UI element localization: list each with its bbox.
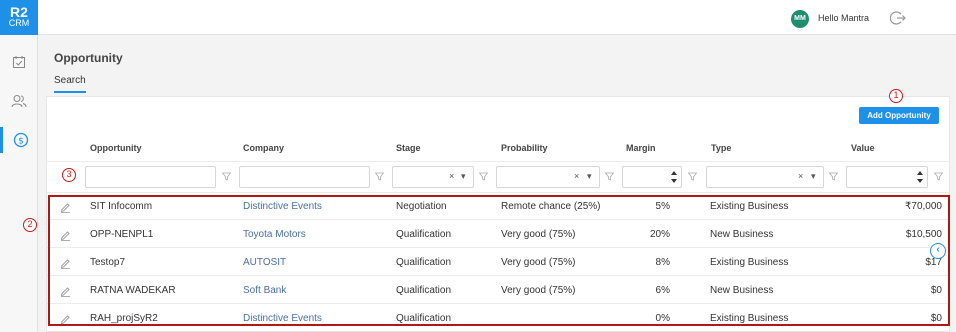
filter-icon[interactable] <box>605 172 614 181</box>
sidebar-item-opportunities[interactable]: $ <box>0 127 38 153</box>
sidebar-item-contacts[interactable] <box>0 88 38 114</box>
cell-margin: 6% <box>655 285 670 296</box>
cell-stage: Negotiation <box>396 201 447 212</box>
pencil-icon[interactable] <box>60 230 71 241</box>
filter-icon[interactable] <box>829 172 838 181</box>
chevron-down-icon[interactable]: ▾ <box>461 171 466 182</box>
cell-type: Existing Business <box>710 313 789 324</box>
type-filter-select[interactable] <box>706 166 824 188</box>
logo-line2: CRM <box>8 18 30 28</box>
cell-probability: Very good (75%) <box>501 229 576 240</box>
annotation-callout-3: 3 <box>62 168 76 182</box>
column-header-value[interactable]: Value <box>851 143 875 153</box>
table-row[interactable]: RATNA WADEKAR Soft Bank Qualification Ve… <box>47 276 949 304</box>
cell-opportunity: RAH_projSyR2 <box>90 313 158 324</box>
column-header-stage[interactable]: Stage <box>396 143 421 153</box>
stepper-arrows-icon[interactable] <box>916 168 924 186</box>
cell-stage: Qualification <box>396 285 452 296</box>
stepper-arrows-icon[interactable] <box>670 168 678 186</box>
pencil-icon[interactable] <box>60 314 71 325</box>
cell-company-link[interactable]: Distinctive Events <box>243 313 322 324</box>
column-header-type[interactable]: Type <box>711 143 731 153</box>
filter-icon[interactable] <box>222 172 231 181</box>
column-header-probability[interactable]: Probability <box>501 143 548 153</box>
cell-type: New Business <box>710 285 774 296</box>
cell-company-link[interactable]: AUTOSIT <box>243 257 286 268</box>
annotation-callout-2: 2 <box>23 218 37 232</box>
annotation-callout-1: 1 <box>889 89 903 103</box>
sidebar: R2 CRM $ <box>0 0 38 332</box>
cell-company-link[interactable]: Toyota Motors <box>243 229 306 240</box>
table-row[interactable]: SIT Infocomm Distinctive Events Negotiat… <box>47 192 949 220</box>
contacts-icon <box>11 95 27 108</box>
task-icon <box>13 56 25 68</box>
greeting-text: Hello Mantra <box>818 13 870 23</box>
chevron-down-icon[interactable]: ▾ <box>587 171 592 182</box>
cell-margin: 5% <box>655 201 670 212</box>
probability-filter-select[interactable] <box>496 166 600 188</box>
column-header-opportunity[interactable]: Opportunity <box>90 143 142 153</box>
cell-value: $0 <box>930 313 942 324</box>
cell-stage: Qualification <box>396 229 452 240</box>
opportunity-filter-input[interactable] <box>85 166 216 188</box>
company-filter-input[interactable] <box>239 166 370 188</box>
cell-margin: 8% <box>655 257 670 268</box>
tab-search[interactable]: Search <box>54 75 86 93</box>
cell-type: Existing Business <box>710 257 789 268</box>
pencil-icon[interactable] <box>60 202 71 213</box>
cell-value: $10,500 <box>905 229 942 240</box>
pencil-icon[interactable] <box>60 286 71 297</box>
logo-line1: R2 <box>10 4 28 20</box>
cell-company-link[interactable]: Distinctive Events <box>243 201 322 212</box>
cell-margin: 20% <box>649 229 670 240</box>
column-header-company[interactable]: Company <box>243 143 284 153</box>
cell-probability: Remote chance (25%) <box>501 201 601 212</box>
table-row[interactable]: OPP-NENPL1 Toyota Motors Qualification V… <box>47 220 949 248</box>
pencil-icon[interactable] <box>60 258 71 269</box>
header-divider <box>47 161 949 162</box>
cell-margin: 0% <box>655 313 670 324</box>
cell-type: Existing Business <box>710 201 789 212</box>
cell-value: $17 <box>925 257 942 268</box>
add-opportunity-button[interactable]: Add Opportunity <box>859 107 939 124</box>
cell-opportunity: Testop7 <box>90 257 126 268</box>
clear-icon[interactable]: × <box>574 171 579 181</box>
cell-type: New Business <box>710 229 774 240</box>
svg-text:$: $ <box>18 137 24 147</box>
cell-company-link[interactable]: Soft Bank <box>243 285 286 296</box>
filter-icon[interactable] <box>688 172 697 181</box>
filter-icon[interactable] <box>934 172 943 181</box>
cell-probability: Very good (75%) <box>501 257 576 268</box>
table-row[interactable]: Testop7 AUTOSIT Qualification Very good … <box>47 248 949 276</box>
cell-opportunity: SIT Infocomm <box>90 201 153 212</box>
avatar[interactable]: MM <box>791 10 809 28</box>
clear-icon[interactable]: × <box>798 171 803 181</box>
cell-stage: Qualification <box>396 313 452 324</box>
cell-value: ₹70,000 <box>905 201 942 212</box>
chevron-left-icon: ‹ <box>936 244 940 255</box>
logout-button[interactable] <box>889 10 906 29</box>
cell-opportunity: RATNA WADEKAR <box>90 285 176 296</box>
app-logo[interactable]: R2 CRM <box>0 0 38 35</box>
filter-icon[interactable] <box>375 172 384 181</box>
filter-icon[interactable] <box>479 172 488 181</box>
cell-value: $0 <box>930 285 942 296</box>
table-row[interactable]: RAH_projSyR2 Distinctive Events Qualific… <box>47 304 949 332</box>
chevron-down-icon[interactable]: ▾ <box>811 171 816 182</box>
page-title: Opportunity <box>54 51 123 65</box>
cell-opportunity: OPP-NENPL1 <box>90 229 154 240</box>
logout-icon <box>889 11 906 25</box>
collapse-panel-button[interactable]: ‹ <box>930 243 946 259</box>
clear-icon[interactable]: × <box>449 171 454 181</box>
column-header-margin[interactable]: Margin <box>626 143 656 153</box>
sidebar-item-tasks[interactable] <box>0 49 38 75</box>
dollar-icon: $ <box>13 132 28 148</box>
cell-stage: Qualification <box>396 257 452 268</box>
cell-probability: Very good (75%) <box>501 285 576 296</box>
